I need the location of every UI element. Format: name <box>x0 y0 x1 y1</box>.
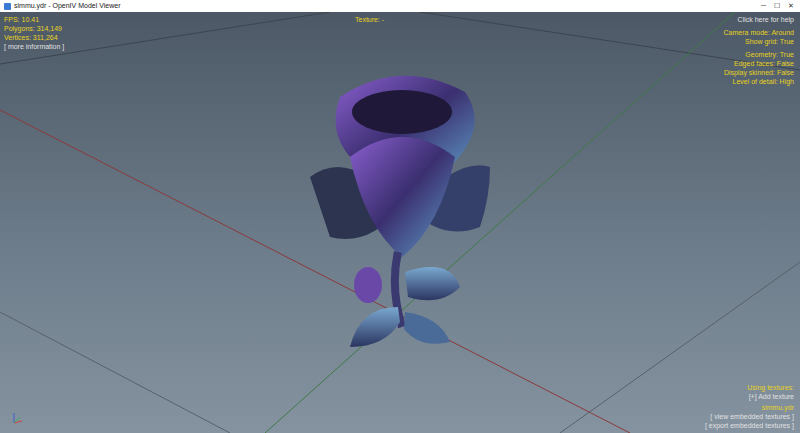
setting-line[interactable]: Level of detail: High <box>733 77 794 86</box>
textures-heading: Using textures: <box>747 383 794 392</box>
setting-line[interactable]: Camera mode: Around <box>724 28 794 37</box>
stat-line: Vertices: 311,264 <box>4 33 64 42</box>
stats-panel: FPS: 10.41Polygons: 314,149Vertices: 311… <box>4 15 64 51</box>
more-info-link[interactable]: [ more information ] <box>4 42 64 51</box>
settings-group: Geometry: TrueEdged faces: FalseDisplay … <box>724 50 794 86</box>
settings-panel: Click here for help Camera mode: AroundSh… <box>724 15 794 86</box>
setting-line[interactable]: Edged faces: False <box>734 59 794 68</box>
viewport[interactable]: FPS: 10.41Polygons: 314,149Vertices: 311… <box>0 12 800 433</box>
title-bar: simmu.ydr - OpenIV Model Viewer ─ ☐ ✕ <box>0 0 800 12</box>
stat-line: FPS: 10.41 <box>4 15 64 24</box>
help-link[interactable]: Click here for help <box>738 15 794 24</box>
minimize-button[interactable]: ─ <box>761 1 766 11</box>
textures-panel: Using textures:[+] Add texturesimmu.ydr[… <box>705 383 794 430</box>
maximize-button[interactable]: ☐ <box>774 1 780 11</box>
setting-line[interactable]: Geometry: True <box>745 50 794 59</box>
app-icon <box>4 3 11 10</box>
close-button[interactable]: ✕ <box>788 1 794 11</box>
texture-action-link[interactable]: [ export embedded textures ] <box>705 421 794 430</box>
texture-info: Texture: - <box>355 15 384 24</box>
window-controls: ─ ☐ ✕ <box>761 1 796 11</box>
texture-action-link[interactable]: [ view embedded textures ] <box>710 412 794 421</box>
top-info: Texture: - <box>355 15 384 24</box>
texture-file: simmu.ydr <box>762 403 794 412</box>
setting-line[interactable]: Show grid: True <box>745 37 794 46</box>
stat-line: Polygons: 314,149 <box>4 24 64 33</box>
title-group: simmu.ydr - OpenIV Model Viewer <box>4 1 120 11</box>
settings-group: Camera mode: AroundShow grid: True <box>724 28 794 46</box>
add-texture-link[interactable]: [+] Add texture <box>749 392 794 401</box>
setting-line[interactable]: Display skinned: False <box>724 68 794 77</box>
flower-model <box>290 57 520 367</box>
window-title: simmu.ydr - OpenIV Model Viewer <box>14 1 120 11</box>
axis-icon <box>8 411 24 427</box>
